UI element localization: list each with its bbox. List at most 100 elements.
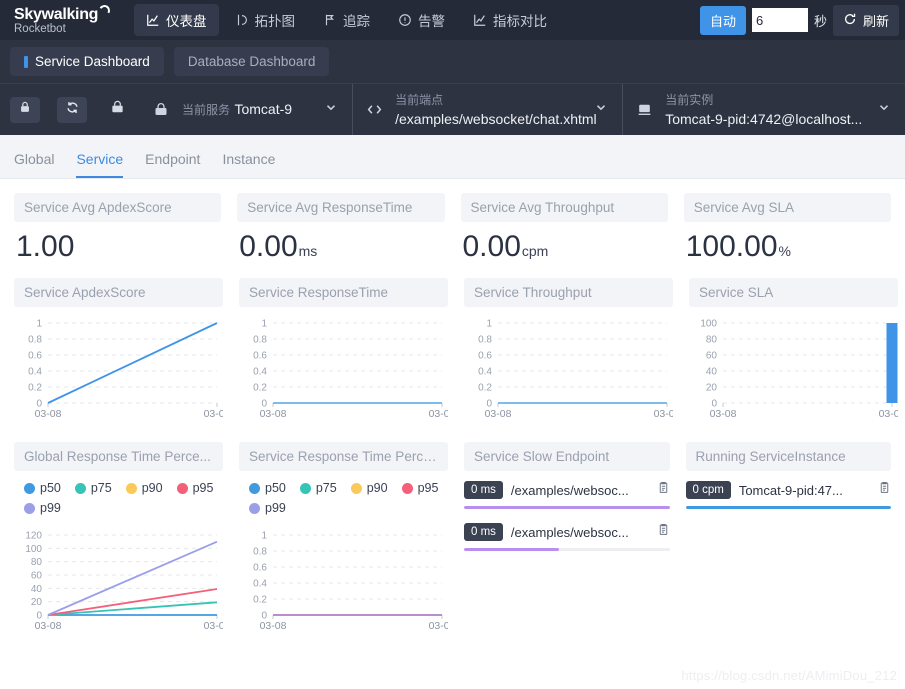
svg-text:60: 60 bbox=[31, 571, 43, 582]
metric-unit: cpm bbox=[521, 243, 549, 259]
chevron-down-icon[interactable] bbox=[877, 100, 891, 119]
nav-item-dashboard[interactable]: 仪表盘 bbox=[134, 4, 219, 36]
legend-item-p90[interactable]: p90 bbox=[350, 481, 388, 495]
svg-text:0.4: 0.4 bbox=[253, 579, 267, 590]
subtab-instance[interactable]: Instance bbox=[222, 151, 275, 178]
legend-item-p99[interactable]: p99 bbox=[24, 501, 61, 515]
tab-service-dashboard[interactable]: Service Dashboard bbox=[10, 47, 164, 76]
list-item-line: 0 ms/examples/websoc... bbox=[464, 523, 670, 541]
nav-item-compare[interactable]: 指标对比 bbox=[461, 4, 559, 36]
metric-card-avg-sla: Service Avg SLA 100.00% bbox=[676, 187, 899, 272]
legend-label: p75 bbox=[315, 481, 337, 495]
legend-label: p90 bbox=[366, 481, 388, 495]
svg-text:03-08: 03-08 bbox=[35, 408, 62, 420]
svg-text:03-08: 03-08 bbox=[710, 408, 737, 420]
tab-database-dashboard[interactable]: Database Dashboard bbox=[173, 47, 330, 76]
progress-track bbox=[685, 506, 891, 509]
compare-icon bbox=[473, 13, 487, 27]
card-title: Running ServiceInstance bbox=[685, 442, 891, 471]
svg-text:0.4: 0.4 bbox=[478, 367, 492, 378]
selector-bar: 当前服务 Tomcat-9 当前端点 /examples/websocket/c… bbox=[0, 83, 905, 135]
watermark-text: https://blog.csdn.net/AMimiDou_212 bbox=[681, 668, 897, 683]
svg-text:0.8: 0.8 bbox=[28, 335, 42, 346]
chart-svg: 00.20.40.60.8103-0803-09 bbox=[28, 319, 230, 421]
nav-item-alarm[interactable]: 告警 bbox=[386, 4, 457, 36]
legend-item-p95[interactable]: p95 bbox=[401, 481, 438, 495]
card-title: Service Avg Throughput bbox=[460, 193, 668, 222]
copy-icon[interactable] bbox=[657, 523, 670, 541]
service-selector[interactable]: 当前服务 Tomcat-9 bbox=[140, 84, 352, 135]
list-item-line: 0 cpm Tomcat-9-pid:47... bbox=[685, 481, 892, 499]
subtab-service[interactable]: Service bbox=[76, 151, 124, 178]
legend-color-dot bbox=[24, 502, 35, 514]
endpoint-selector-value: /examples/websocket/chat.xhtml bbox=[395, 110, 597, 127]
legend-label: p75 bbox=[90, 481, 112, 495]
legend-item-p75[interactable]: p75 bbox=[74, 481, 112, 495]
svg-text:0.2: 0.2 bbox=[253, 595, 267, 606]
svg-text:0.2: 0.2 bbox=[253, 383, 267, 394]
legend-label: p99 bbox=[265, 501, 286, 515]
metric-value: 1.00 bbox=[16, 230, 75, 263]
nav-label: 仪表盘 bbox=[166, 14, 207, 29]
subtab-global[interactable]: Global bbox=[14, 151, 54, 178]
service-selector-label: 当前服务 bbox=[182, 102, 231, 117]
reload-button[interactable] bbox=[57, 96, 87, 123]
nav-item-topology[interactable]: 拓扑图 bbox=[223, 4, 308, 36]
svg-text:1: 1 bbox=[261, 319, 267, 330]
metric-card-avg-apdex: Service Avg ApdexScore 1.00 bbox=[6, 187, 229, 272]
chart-sla: 02040608010003-0803-09 bbox=[689, 307, 905, 430]
service-scope-icon-button[interactable] bbox=[104, 97, 130, 123]
list-item[interactable]: 0 cpm Tomcat-9-pid:47... bbox=[685, 481, 892, 509]
server-icon bbox=[150, 102, 172, 118]
refresh-button[interactable]: 刷新 bbox=[832, 4, 899, 36]
subtab-endpoint[interactable]: Endpoint bbox=[145, 151, 200, 178]
legend-item-p90[interactable]: p90 bbox=[125, 481, 163, 495]
endpoint-selector[interactable]: 当前端点 /examples/websocket/chat.xhtml bbox=[352, 84, 622, 135]
lock-icon bbox=[18, 100, 32, 119]
svg-text:03-09: 03-09 bbox=[204, 408, 223, 420]
card-title: Service Avg ResponseTime bbox=[237, 193, 445, 222]
legend-color-dot bbox=[74, 482, 86, 494]
brand-subtitle: Rocketbot bbox=[14, 22, 66, 35]
chart-throughput: 00.20.40.60.8103-0803-09 bbox=[464, 307, 680, 430]
nav-item-trace[interactable]: 追踪 bbox=[311, 4, 382, 36]
nav-label: 告警 bbox=[418, 14, 445, 29]
copy-icon[interactable] bbox=[878, 481, 891, 499]
legend-item-p50[interactable]: p50 bbox=[24, 481, 61, 495]
alarm-icon bbox=[398, 13, 412, 27]
list-item-label: Tomcat-9-pid:47... bbox=[738, 482, 843, 498]
instance-selector[interactable]: 当前实例 Tomcat-9-pid:4742@localhost... bbox=[622, 84, 905, 135]
svg-text:20: 20 bbox=[31, 597, 43, 608]
chart-card-throughput: Service Throughput 0 0.2 0.4 0.6 0.8 1 03-08 03… bbox=[456, 272, 681, 436]
svg-text:03-08: 03-08 bbox=[35, 620, 62, 632]
svg-text:03-09: 03-09 bbox=[879, 408, 898, 420]
legend-label: p95 bbox=[192, 481, 214, 495]
lock-button[interactable] bbox=[10, 96, 40, 123]
chart-svg: 00.20.40.60.8103-0803-09 bbox=[253, 319, 455, 421]
legend-item-p99[interactable]: p99 bbox=[249, 501, 286, 515]
bottom-row: Global Response Time Perce... p50 p75 p90 p… bbox=[6, 436, 899, 648]
legend-item-p50[interactable]: p50 bbox=[249, 481, 286, 495]
auto-refresh-button[interactable]: 自动 bbox=[699, 5, 746, 35]
refresh-interval-input[interactable] bbox=[751, 8, 808, 32]
refresh-icon bbox=[843, 12, 857, 29]
svg-text:03-08: 03-08 bbox=[260, 620, 287, 632]
legend-item-p95[interactable]: p95 bbox=[176, 481, 214, 495]
metric-unit: % bbox=[778, 243, 791, 259]
legend-item-p75[interactable]: p75 bbox=[299, 481, 337, 495]
svg-text:0.6: 0.6 bbox=[253, 563, 267, 574]
svg-text:0.8: 0.8 bbox=[253, 335, 267, 346]
instance-selector-label: 当前实例 bbox=[665, 92, 714, 107]
list-item[interactable]: 0 ms/examples/websoc... bbox=[464, 481, 670, 509]
svg-text:0.6: 0.6 bbox=[253, 351, 267, 362]
copy-icon[interactable] bbox=[657, 481, 670, 499]
list-item[interactable]: 0 ms/examples/websoc... bbox=[464, 523, 670, 551]
chevron-down-icon[interactable] bbox=[594, 100, 608, 119]
tab-label: Service Dashboard bbox=[35, 54, 150, 69]
chart-card-service-percentile: Service Response Time Perce... p50 p75 p90… bbox=[231, 436, 456, 648]
metric-value: 0.00 bbox=[239, 230, 298, 263]
dashboard-icon bbox=[146, 13, 160, 27]
svg-text:1: 1 bbox=[261, 531, 267, 542]
chevron-down-icon[interactable] bbox=[324, 100, 338, 119]
refresh-label: 刷新 bbox=[862, 13, 889, 29]
